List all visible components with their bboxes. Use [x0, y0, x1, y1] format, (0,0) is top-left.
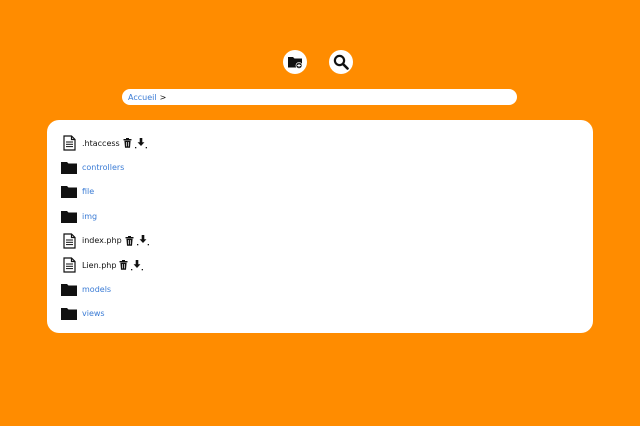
new-folder-button[interactable]	[283, 50, 307, 74]
file-name: .htaccess	[82, 138, 120, 148]
folder-link[interactable]: img	[82, 212, 97, 221]
folder-link[interactable]: views	[82, 309, 105, 318]
delete-button[interactable]	[125, 235, 134, 246]
file-name: Lien.php	[82, 260, 117, 270]
search-button[interactable]	[329, 50, 353, 74]
folder-icon	[61, 306, 77, 322]
file-row: Lien.php	[61, 253, 593, 277]
file-icon	[61, 257, 77, 273]
download-icon	[136, 235, 149, 246]
toolbar	[0, 50, 640, 74]
folder-row[interactable]: img	[61, 204, 593, 228]
file-row: .htaccess	[61, 131, 593, 155]
download-icon	[134, 137, 147, 148]
folder-icon	[61, 282, 77, 298]
search-icon	[333, 54, 349, 70]
breadcrumb: Accueil >	[122, 89, 517, 105]
delete-button[interactable]	[123, 138, 132, 148]
file-row: index.php	[61, 229, 593, 253]
trash-icon	[125, 235, 134, 246]
delete-button[interactable]	[119, 260, 128, 270]
folder-row[interactable]: views	[61, 302, 593, 326]
folder-plus-icon	[288, 57, 303, 69]
file-name: index.php	[82, 236, 122, 246]
folder-row[interactable]: models	[61, 277, 593, 301]
download-icon	[131, 259, 144, 270]
download-button[interactable]	[136, 235, 149, 246]
folder-link[interactable]: file	[82, 187, 94, 196]
download-button[interactable]	[134, 137, 147, 149]
folder-icon	[61, 208, 77, 224]
trash-icon	[123, 138, 132, 148]
folder-icon	[61, 160, 77, 176]
breadcrumb-home-link[interactable]: Accueil	[128, 93, 157, 102]
download-button[interactable]	[131, 259, 144, 271]
folder-row[interactable]: file	[61, 180, 593, 204]
folder-row[interactable]: controllers	[61, 155, 593, 179]
folder-link[interactable]: controllers	[82, 163, 124, 172]
file-list-panel: .htaccess controllers file img index.php…	[47, 120, 593, 333]
breadcrumb-separator: >	[159, 92, 167, 102]
trash-icon	[119, 260, 128, 270]
file-icon	[61, 233, 77, 249]
file-icon	[61, 135, 77, 151]
folder-link[interactable]: models	[82, 285, 111, 294]
folder-icon	[61, 184, 77, 200]
